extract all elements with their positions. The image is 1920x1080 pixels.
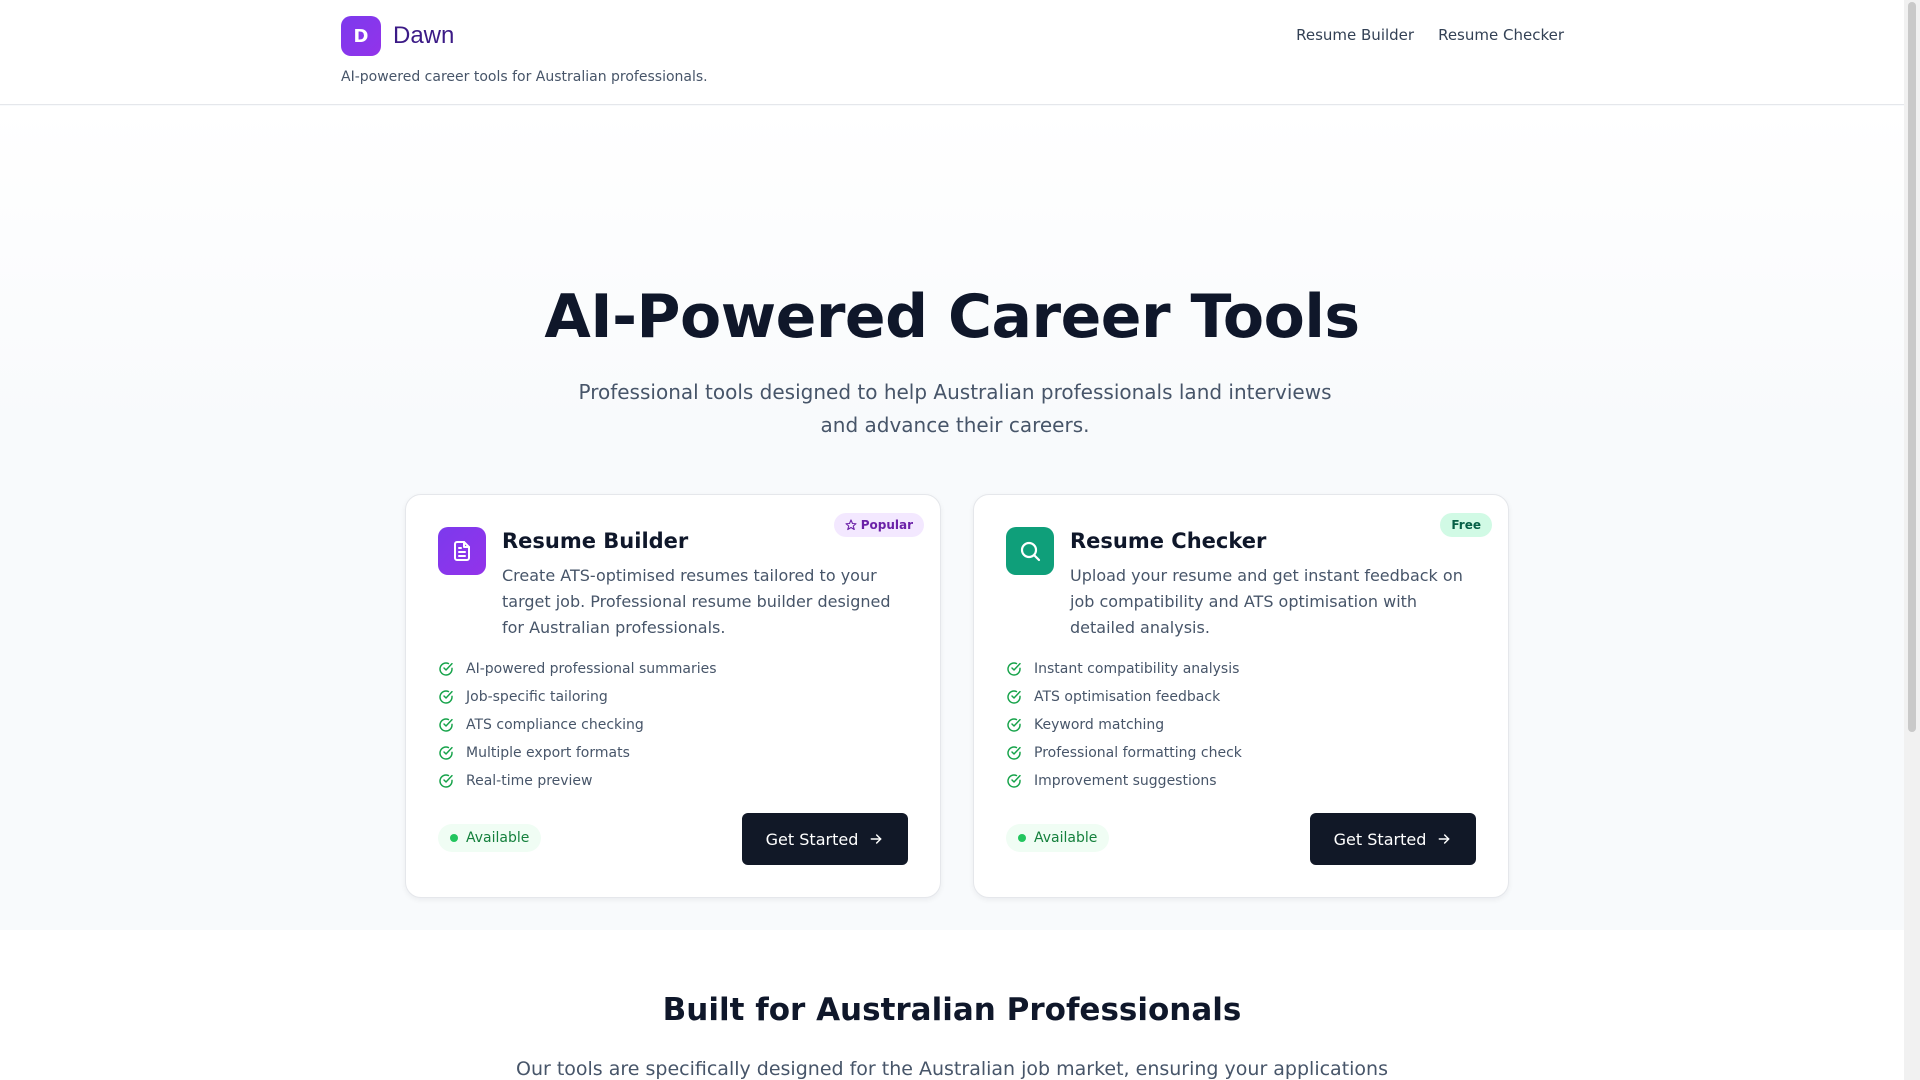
feature-label: Instant compatibility analysis — [1034, 661, 1240, 677]
check-circle-icon — [438, 745, 454, 761]
hero-subtitle: Professional tools designed to help Aust… — [578, 380, 1332, 437]
feature-label: Multiple export formats — [466, 745, 630, 761]
feature-label: AI-powered professional summaries — [466, 661, 717, 677]
check-circle-icon — [1006, 773, 1022, 789]
check-circle-icon — [1006, 661, 1022, 677]
australian-section: Built for Australian Professionals Our t… — [0, 930, 1904, 1080]
scrollbar-thumb[interactable] — [1908, 2, 1916, 732]
top-nav: Resume Builder Resume Checker — [1296, 26, 1564, 44]
resume-checker-card: Free Resume Checker Upload your resume a… — [973, 494, 1509, 898]
feature-label: Improvement suggestions — [1034, 773, 1217, 789]
arrow-right-icon — [1438, 834, 1450, 844]
feature-label: Professional formatting check — [1034, 745, 1242, 761]
feature-list: AI-powered professional summaries Job-sp… — [438, 655, 717, 795]
status-label: Available — [1034, 830, 1098, 846]
section-title: Built for Australian Professionals — [662, 992, 1242, 1028]
page: D Dawn AI-powered career tools for Austr… — [0, 0, 1904, 1080]
feature-item: Professional formatting check — [1006, 739, 1242, 767]
feature-label: ATS compliance checking — [466, 717, 644, 733]
feature-label: ATS optimisation feedback — [1034, 689, 1221, 705]
document-icon — [438, 527, 486, 575]
check-circle-icon — [438, 689, 454, 705]
search-icon — [1006, 527, 1054, 575]
brand-tagline: AI-powered career tools for Australian p… — [341, 69, 708, 85]
check-circle-icon — [1006, 745, 1022, 761]
card-description: Create ATS-optimised resumes tailored to… — [502, 566, 891, 637]
check-circle-icon — [1006, 717, 1022, 733]
nav-link-resume-builder[interactable]: Resume Builder — [1296, 26, 1414, 44]
resume-builder-card: Popular Resume Builder Create ATS-optimi… — [405, 494, 941, 898]
brand[interactable]: D Dawn — [341, 16, 454, 56]
free-badge: Free — [1440, 513, 1492, 537]
page-scrollbar[interactable] — [1904, 0, 1920, 1080]
card-description: Upload your resume and get instant feedb… — [1070, 566, 1463, 637]
check-circle-icon — [438, 773, 454, 789]
brand-name: Dawn — [393, 22, 455, 49]
get-started-button[interactable]: Get Started — [742, 813, 908, 865]
status-label: Available — [466, 830, 530, 846]
card-title: Resume Builder — [502, 529, 689, 553]
feature-item: Real-time preview — [438, 767, 717, 795]
check-circle-icon — [1006, 689, 1022, 705]
feature-item: AI-powered professional summaries — [438, 655, 717, 683]
feature-label: Job-specific tailoring — [466, 689, 608, 705]
hero-title: AI-Powered Career Tools — [544, 282, 1360, 352]
nav-link-resume-checker[interactable]: Resume Checker — [1438, 26, 1564, 44]
get-started-button[interactable]: Get Started — [1310, 813, 1476, 865]
star-icon — [845, 519, 857, 531]
hero-section: AI-Powered Career Tools Professional too… — [0, 106, 1904, 930]
popular-badge: Popular — [833, 513, 924, 537]
badge-label: Popular — [860, 518, 913, 532]
feature-item: Job-specific tailoring — [438, 683, 717, 711]
feature-label: Real-time preview — [466, 773, 593, 789]
feature-item: Improvement suggestions — [1006, 767, 1242, 795]
button-label: Get Started — [1333, 829, 1427, 849]
section-text: Our tools are specifically designed for … — [515, 1058, 1388, 1080]
feature-item: Keyword matching — [1006, 711, 1242, 739]
status-badge: Available — [438, 824, 542, 852]
feature-label: Keyword matching — [1034, 717, 1165, 733]
check-circle-icon — [438, 717, 454, 733]
feature-item: ATS compliance checking — [438, 711, 717, 739]
top-header: D Dawn AI-powered career tools for Austr… — [0, 0, 1904, 105]
status-badge: Available — [1006, 824, 1110, 852]
feature-item: Instant compatibility analysis — [1006, 655, 1242, 683]
card-title: Resume Checker — [1070, 529, 1267, 553]
button-label: Get Started — [765, 829, 859, 849]
feature-item: ATS optimisation feedback — [1006, 683, 1242, 711]
status-dot — [1018, 834, 1026, 842]
feature-item: Multiple export formats — [438, 739, 717, 767]
status-dot — [450, 834, 458, 842]
brand-logo: D — [341, 16, 381, 56]
badge-label: Free — [1451, 518, 1481, 532]
feature-list: Instant compatibility analysis ATS optim… — [1006, 655, 1242, 795]
check-circle-icon — [438, 661, 454, 677]
arrow-right-icon — [870, 834, 882, 844]
